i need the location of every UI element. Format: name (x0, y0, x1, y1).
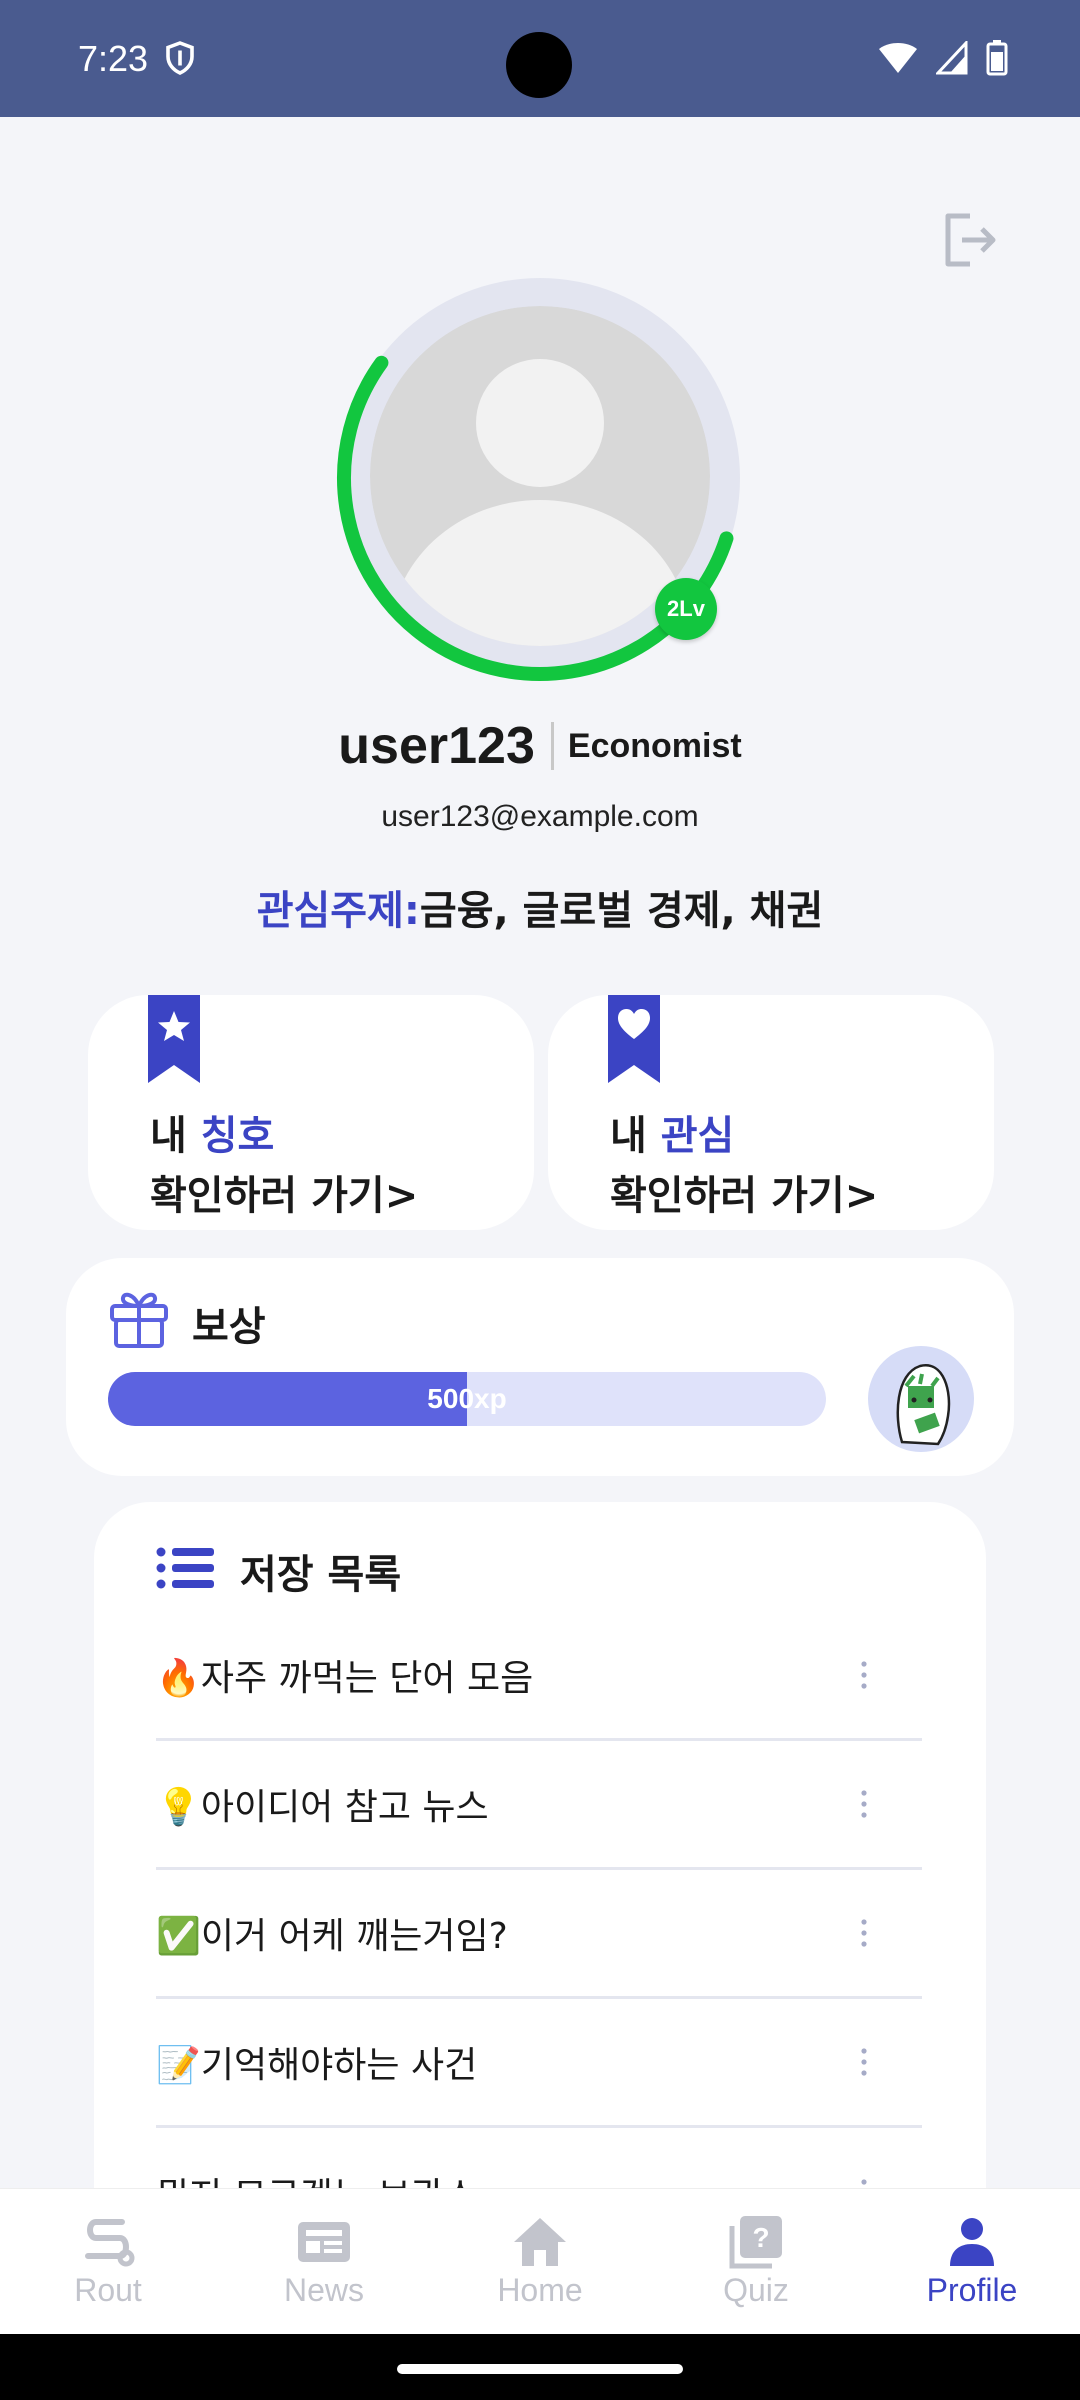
nav-label: Home (497, 2272, 583, 2308)
saved-list-item[interactable]: 🔥자주 까먹는 단어 모음 (156, 1612, 922, 1741)
person-icon (950, 2218, 994, 2266)
mascot-avatar[interactable] (868, 1346, 974, 1452)
interest-label: 관심주제: (256, 888, 420, 934)
more-vertical-icon[interactable] (858, 1661, 870, 1689)
saved-list-item[interactable]: 💡아이디어 참고 뉴스 (156, 1741, 922, 1870)
svg-text:?: ? (752, 2222, 769, 2253)
status-icons (878, 40, 1008, 76)
interest-topics: 관심주제:금융, 글로벌 경제, 채권 (0, 878, 1080, 936)
more-vertical-icon[interactable] (858, 2048, 870, 2076)
name-row: user123 Economist (0, 716, 1080, 776)
more-vertical-icon[interactable] (858, 1790, 870, 1818)
nav-item-news[interactable]: News (216, 2189, 432, 2334)
home-icon (514, 2218, 566, 2266)
xp-label: 500xp (427, 1383, 507, 1414)
nav-item-profile[interactable]: Profile (864, 2189, 1080, 2334)
wifi-icon (879, 43, 917, 73)
signal-icon (936, 41, 968, 75)
my-interest-heading: 내 관심 (610, 1113, 735, 1159)
user-title: Economist (567, 726, 742, 765)
newspaper-icon (298, 2222, 350, 2262)
nav-label: News (283, 2272, 364, 2308)
bookmark-heart-icon (608, 995, 660, 1083)
saved-item-label: 🔥자주 까먹는 단어 모음 (156, 1658, 534, 1699)
my-interest-card[interactable]: 내 관심 확인하러 가기> (548, 995, 994, 1230)
saved-item-label: 📝기억해야하는 사건 (156, 2045, 478, 2086)
gift-icon (110, 1292, 168, 1348)
nav-item-quiz[interactable]: ? Quiz (648, 2189, 864, 2334)
nav-label: Rout (74, 2272, 142, 2308)
my-title-card[interactable]: 내 칭호 확인하러 가기> (88, 995, 534, 1230)
mascot-illustration (896, 1364, 951, 1446)
my-title-link[interactable]: 확인하러 가기> (150, 1163, 418, 1221)
bottom-nav: Rout News Home ? Quiz Profile (0, 2188, 1080, 2334)
battery-icon (986, 40, 1008, 76)
shield-icon (166, 41, 194, 75)
more-vertical-icon[interactable] (858, 1919, 870, 1947)
saved-list-title: 저장 목록 (240, 1552, 402, 1598)
nav-label: Quiz (723, 2272, 789, 2308)
saved-list-item[interactable]: 📝기억해야하는 사건 (156, 1999, 922, 2128)
reward-title: 보상 (192, 1304, 266, 1350)
bookmark-star-icon (148, 995, 200, 1083)
saved-list-card: 저장 목록 🔥자주 까먹는 단어 모음 💡아이디어 참고 뉴스 ✅이거 어케 깨… (94, 1502, 986, 2262)
route-icon (85, 2219, 135, 2267)
saved-list: 🔥자주 까먹는 단어 모음 💡아이디어 참고 뉴스 ✅이거 어케 깨는거임? 📝… (156, 1612, 922, 2257)
my-interest-link[interactable]: 확인하러 가기> (610, 1163, 878, 1221)
nav-item-home[interactable]: Home (432, 2189, 648, 2334)
saved-item-label: ✅이거 어케 깨는거임? (156, 1916, 508, 1957)
username: user123 (338, 717, 535, 775)
my-title-heading: 내 칭호 (150, 1113, 275, 1159)
name-divider (550, 722, 554, 770)
status-time: 7:23 (78, 38, 149, 79)
logout-icon[interactable] (940, 210, 996, 270)
interest-value: 금융, 글로벌 경제, 채권 (419, 888, 824, 934)
home-indicator[interactable] (397, 2364, 683, 2374)
camera-cutout (506, 32, 572, 98)
status-bar: 7:23 (0, 0, 1080, 117)
level-badge: 2Lv (655, 578, 717, 640)
nav-item-rout[interactable]: Rout (0, 2189, 216, 2334)
saved-list-item[interactable]: ✅이거 어케 깨는거임? (156, 1870, 922, 1999)
user-email: user123@example.com (381, 800, 699, 833)
saved-item-label: 💡아이디어 참고 뉴스 (156, 1787, 489, 1828)
nav-label: Profile (926, 2272, 1018, 2308)
reward-card: 보상 500xp (66, 1258, 1014, 1476)
list-icon (156, 1547, 214, 1589)
quiz-icon: ? (729, 2216, 782, 2269)
xp-progress-bar: 500xp (108, 1372, 826, 1426)
